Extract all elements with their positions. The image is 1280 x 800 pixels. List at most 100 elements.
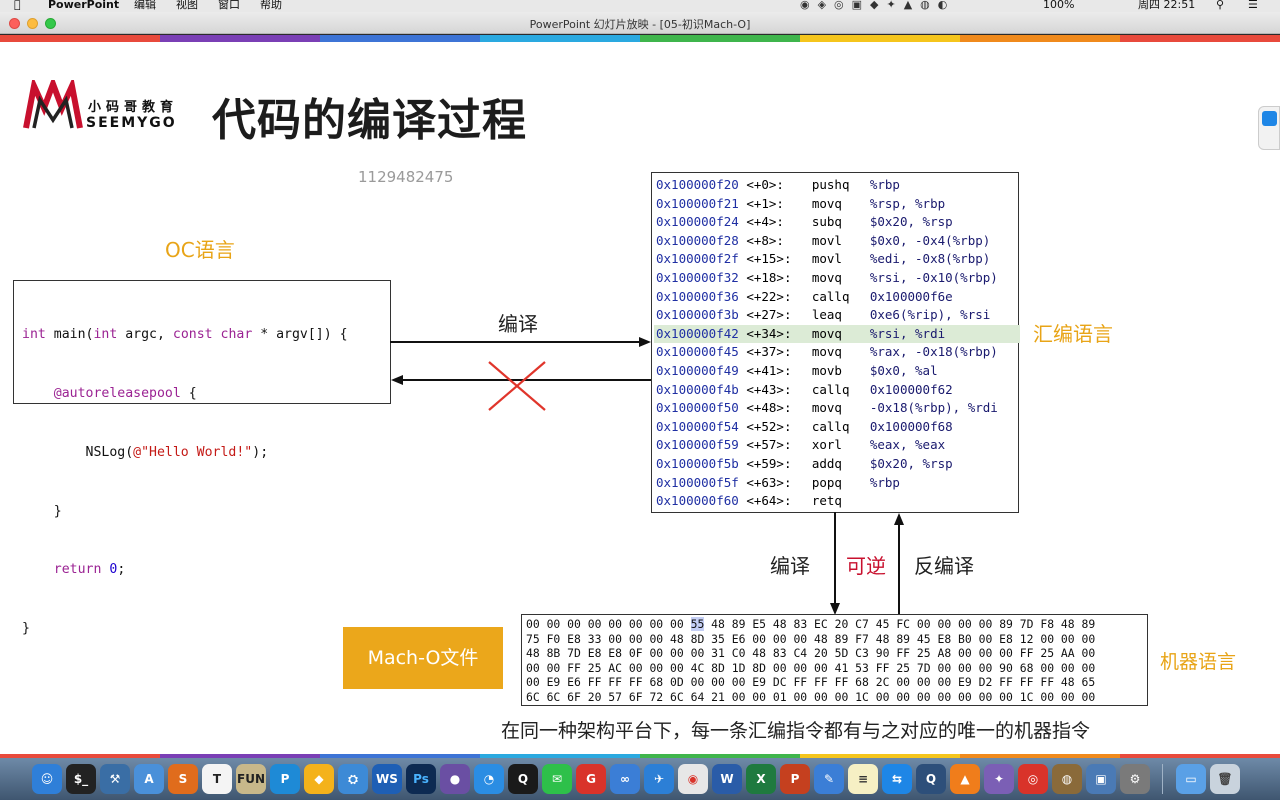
media-icon[interactable]: ✦: [984, 764, 1014, 794]
powerpoint-icon[interactable]: P: [780, 764, 810, 794]
asm-operands: %rbp: [869, 177, 900, 192]
machine-code-box: 00 00 00 00 00 00 00 00 55 48 89 E5 48 8…: [521, 614, 1148, 706]
status-icons[interactable]: ◉◈◎▣◆✦▲◍◐: [800, 0, 955, 11]
typora-icon[interactable]: T: [202, 764, 232, 794]
assembly-language-label: 汇编语言: [1033, 322, 1113, 346]
plane-icon[interactable]: ✈: [644, 764, 674, 794]
trash-icon[interactable]: 🗑: [1210, 764, 1240, 794]
asm-row: 0x100000f2f <+15>: movl %edi, -0x8(%rbp): [656, 250, 1018, 268]
code-line: int main(int argc, const char * argv[]) …: [22, 327, 348, 343]
asm-offset: <+43>:: [746, 381, 792, 397]
screen-icon[interactable]: ▣: [1086, 764, 1116, 794]
sublime-icon[interactable]: S: [168, 764, 198, 794]
pp-icon[interactable]: P: [270, 764, 300, 794]
hex-row: 00 00 FF 25 AC 00 00 00 4C 8D 1D 8D 00 0…: [526, 660, 1096, 675]
qq-icon[interactable]: Q: [508, 764, 538, 794]
baidu-icon[interactable]: ∞: [610, 764, 640, 794]
asm-row: 0x100000f3b <+27>: leaq 0xe6(%rip), %rsi: [656, 306, 1018, 324]
chrome-icon[interactable]: ◉: [678, 764, 708, 794]
xcode-icon[interactable]: ⚒: [100, 764, 130, 794]
speaker-icon[interactable]: ◍: [1052, 764, 1082, 794]
asm-offset: <+57>:: [746, 437, 792, 453]
asm-offset: <+41>:: [746, 363, 792, 378]
word-icon[interactable]: W: [712, 764, 742, 794]
notes-icon[interactable]: ≡: [848, 764, 878, 794]
asm-offset: <+8>:: [746, 232, 784, 248]
machine-language-label: 机器语言: [1160, 651, 1237, 673]
asm-row: 0x100000f42 <+34>: movq %rsi, %rdi: [654, 324, 1020, 343]
list-icon[interactable]: ☰: [1248, 0, 1258, 11]
asm-address: 0x100000f42: [656, 325, 739, 341]
asm-offset: <+1>:: [746, 195, 784, 211]
browser-icon[interactable]: ◔: [474, 764, 504, 794]
asm-operands: %eax, %eax: [869, 437, 946, 453]
side-widget[interactable]: [1258, 106, 1280, 150]
teamviewer-dock-icon[interactable]: ⇆: [882, 764, 912, 794]
clock[interactable]: 周四 22:51: [1138, 0, 1195, 11]
asm-opcode: movb: [811, 363, 842, 378]
asm-row: 0x100000f50 <+48>: movq -0x18(%rbp), %rdi: [656, 399, 1018, 417]
fun-icon[interactable]: FUN: [236, 764, 266, 794]
asm-opcode: xorl: [811, 437, 842, 453]
menu-view[interactable]: 视图: [176, 0, 198, 11]
search-icon[interactable]: ⚲: [1216, 0, 1224, 11]
finder-icon[interactable]: ☺: [32, 764, 62, 794]
code-line: NSLog(@"Hello World!");: [22, 444, 269, 460]
menu-help[interactable]: 帮助: [260, 0, 282, 11]
git-icon[interactable]: G: [576, 764, 606, 794]
asm-offset: <+0>:: [746, 177, 784, 192]
wechat-icon[interactable]: ✉: [542, 764, 572, 794]
oc-code-box: int main(int argc, const char * argv[]) …: [13, 280, 391, 636]
photoshop-icon[interactable]: Ps: [406, 764, 436, 794]
asm-operands: $0x20, %rsp: [869, 214, 953, 230]
code-line: @autoreleasepool {: [53, 385, 197, 401]
asm-address: 0x100000f59: [656, 437, 739, 453]
asm-opcode: pushq: [811, 177, 850, 192]
asm-offset: <+52>:: [746, 418, 792, 434]
vlc-icon[interactable]: ▲: [950, 764, 980, 794]
asm-operands: %rsi, %rdi: [869, 325, 946, 341]
asm-opcode: subq: [811, 214, 842, 230]
code-line: }: [22, 503, 62, 519]
app-store-icon[interactable]: A: [134, 764, 164, 794]
search-app-icon[interactable]: Q: [916, 764, 946, 794]
network-icon[interactable]: ⛭: [338, 764, 368, 794]
apple-menu-icon[interactable]: : [14, 0, 21, 11]
downloads-folder-icon[interactable]: ▭: [1176, 764, 1206, 794]
hex-row: 48 8B 7D E8 E8 0F 00 00 00 31 C0 48 83 C…: [526, 646, 1096, 661]
webstorm-icon[interactable]: WS: [372, 764, 402, 794]
oc-language-label: OC语言: [165, 238, 235, 262]
asm-offset: <+48>:: [746, 400, 792, 416]
menu-app-name[interactable]: PowerPoint: [48, 0, 119, 11]
asm-opcode: movq: [811, 195, 842, 211]
cross-icon: [488, 361, 546, 411]
asm-row: 0x100000f59 <+57>: xorl %eax, %eax: [656, 436, 1018, 454]
asm-offset: <+64>:: [746, 493, 792, 509]
excel-icon[interactable]: X: [746, 764, 776, 794]
asm-offset: <+15>:: [746, 251, 792, 267]
asm-opcode: movq: [811, 325, 842, 341]
asm-row: 0x100000f45 <+37>: movq %rax, -0x18(%rbp): [656, 343, 1018, 361]
music-icon[interactable]: ◎: [1018, 764, 1048, 794]
asm-operands: 0x100000f68: [869, 418, 953, 434]
footer-note: 在同一种架构平台下，每一条汇编指令都有与之对应的唯一的机器指令: [501, 720, 1091, 742]
teamviewer-icon: [1262, 111, 1277, 126]
system-preferences-icon[interactable]: ⚙: [1120, 764, 1150, 794]
terminal-icon[interactable]: $_: [66, 764, 96, 794]
asm-operands: 0x100000f62: [869, 381, 953, 397]
sketch-icon[interactable]: ◆: [304, 764, 334, 794]
battery-status[interactable]: 100%: [1043, 0, 1074, 11]
asm-row: 0x100000f5b <+59>: addq $0x20, %rsp: [656, 455, 1018, 473]
asm-row: 0x100000f32 <+18>: movq %rsi, -0x10(%rbp): [656, 269, 1018, 287]
asm-offset: <+27>:: [746, 307, 792, 323]
asm-operands: 0x100000f6e: [869, 288, 953, 304]
asm-opcode: movl: [811, 251, 842, 267]
asm-opcode: leaq: [811, 307, 842, 323]
window-title: PowerPoint 幻灯片放映 - [05-初识Mach-O]: [529, 18, 751, 31]
menu-edit[interactable]: 编辑: [134, 0, 156, 11]
asm-offset: <+22>:: [746, 288, 792, 304]
asm-operands: %edi, -0x8(%rbp): [869, 251, 991, 267]
github-icon[interactable]: ●: [440, 764, 470, 794]
pen-icon[interactable]: ✎: [814, 764, 844, 794]
menu-window[interactable]: 窗口: [218, 0, 240, 11]
